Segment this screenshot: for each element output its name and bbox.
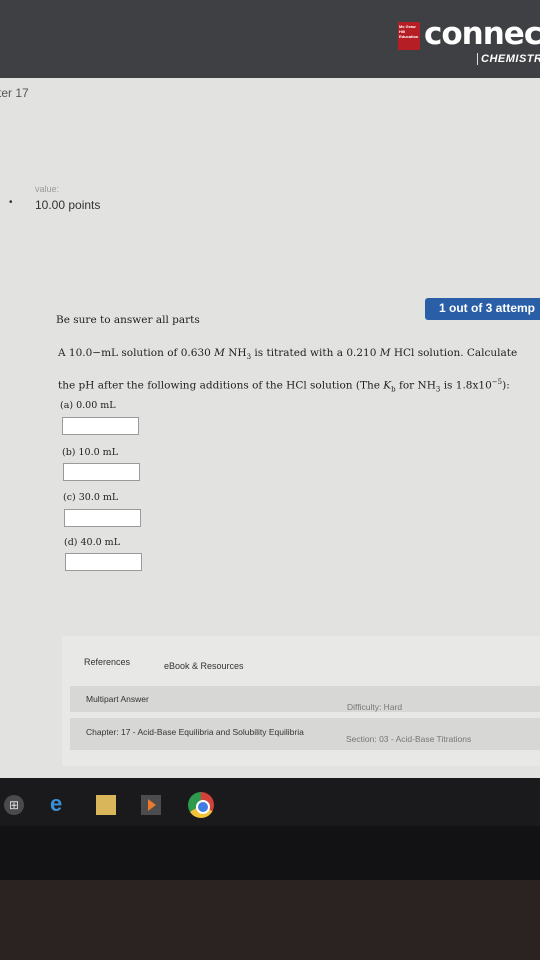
part-a-label: (a) 0.00 mL bbox=[60, 400, 116, 411]
q-italic: K bbox=[383, 379, 392, 392]
q-text: ): bbox=[502, 379, 510, 392]
question-text-line-1: A 10.0−mL solution of 0.630 M NH3 is tit… bbox=[58, 347, 517, 361]
q-superscript: −5 bbox=[491, 378, 503, 386]
chapter-label: Chapter: 17 - Acid-Base Equilibria and S… bbox=[86, 727, 304, 737]
subject-label: CHEMISTR bbox=[477, 53, 540, 65]
ebook-resources-tab[interactable]: eBook & Resources bbox=[164, 661, 244, 671]
q-text: HCl solution. Calculate bbox=[390, 347, 518, 359]
question-bullet: • bbox=[9, 197, 13, 208]
part-d-label: (d) 40.0 mL bbox=[64, 537, 121, 548]
q-text: A 10.0−mL solution of 0.630 bbox=[58, 347, 215, 359]
internet-explorer-icon[interactable]: e bbox=[50, 793, 70, 815]
part-b-answer-input[interactable] bbox=[63, 463, 140, 481]
media-player-icon[interactable] bbox=[141, 795, 161, 815]
question-text-line-2: the pH after the following additions of … bbox=[58, 378, 510, 394]
value-label: value: bbox=[35, 184, 60, 194]
references-tab[interactable]: References bbox=[84, 657, 130, 667]
file-explorer-icon[interactable] bbox=[96, 795, 116, 815]
difficulty-label: Difficulty: Hard bbox=[347, 702, 403, 712]
app-header: Mc Graw Hill Education connect CHEMISTR bbox=[0, 0, 540, 78]
publisher-logo-text: Mc Graw Hill Education bbox=[399, 24, 419, 39]
desk-surface bbox=[0, 880, 540, 960]
q-text: the pH after the following additions of … bbox=[58, 379, 384, 392]
part-c-label: (c) 30.0 mL bbox=[63, 492, 119, 503]
part-d-answer-input[interactable] bbox=[65, 553, 142, 571]
q-italic: M bbox=[379, 347, 391, 359]
q-text: is 1.8x10 bbox=[440, 379, 492, 392]
q-text: for NH bbox=[395, 379, 436, 392]
part-a-answer-input[interactable] bbox=[62, 417, 139, 435]
attempt-badge: 1 out of 3 attemp bbox=[425, 298, 540, 320]
multipart-answer-label: Multipart Answer bbox=[86, 694, 149, 704]
part-b-label: (b) 10.0 mL bbox=[62, 447, 119, 458]
chrome-icon[interactable] bbox=[188, 792, 214, 818]
q-text: is titrated with a 0.210 bbox=[251, 347, 380, 359]
question-instruction: Be sure to answer all parts bbox=[56, 314, 200, 326]
start-icon[interactable]: ⊞ bbox=[4, 795, 24, 815]
points-value: 10.00 points bbox=[35, 198, 101, 212]
section-label: Section: 03 - Acid-Base Titrations bbox=[346, 734, 472, 744]
connect-brand[interactable]: connect bbox=[424, 16, 540, 52]
part-c-answer-input[interactable] bbox=[64, 509, 141, 527]
windows-taskbar bbox=[0, 778, 540, 826]
breadcrumb[interactable]: ter 17 bbox=[0, 86, 29, 100]
mcgraw-hill-logo: Mc Graw Hill Education bbox=[398, 22, 420, 50]
q-text: NH bbox=[224, 347, 247, 359]
q-italic: M bbox=[214, 347, 225, 359]
